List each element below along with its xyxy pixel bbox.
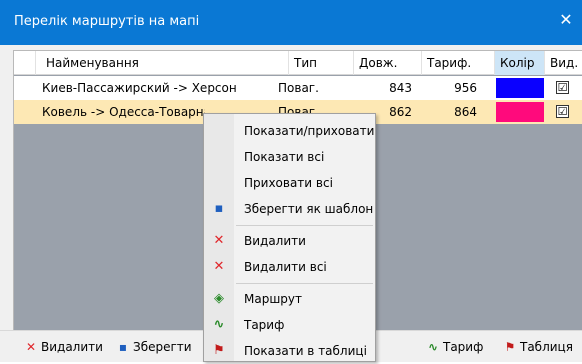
save-button[interactable]: ▪ Зберегти	[116, 337, 192, 357]
table-row[interactable]: Киев-Пассажирский -> Херсон Поваг. 843 9…	[14, 76, 582, 100]
cell-name: Ковель -> Одесса-Товарная	[42, 105, 205, 119]
menu-item-route[interactable]: ◈ Маршрут	[206, 286, 374, 312]
table-button[interactable]: ⚑ Таблиця	[503, 337, 573, 357]
visible-checkbox[interactable]: ☑	[556, 81, 569, 94]
menu-item-delete[interactable]: ✕ Видалити	[206, 228, 374, 254]
menu-item-show-all[interactable]: Показати всі	[206, 144, 374, 170]
color-swatch[interactable]	[496, 78, 544, 98]
header-indicator	[14, 51, 36, 75]
save-icon: ▪	[118, 340, 128, 354]
delete-all-icon: ✕	[213, 259, 225, 274]
tariff-label: Тариф	[443, 340, 484, 354]
header-name[interactable]: Найменування	[36, 51, 289, 75]
menu-separator	[236, 283, 373, 284]
menu-item-tariff[interactable]: ∿ Тариф	[206, 312, 374, 338]
tariff-button[interactable]: ∿ Тариф	[426, 337, 483, 357]
route-icon: ◈	[214, 291, 224, 306]
delete-icon: ✕	[213, 233, 225, 248]
table-label: Таблиця	[520, 340, 573, 354]
menu-separator	[236, 225, 373, 226]
save-label: Зберегти	[133, 340, 192, 354]
header-tariff[interactable]: Тариф.	[422, 51, 495, 75]
tariff-icon: ∿	[213, 317, 225, 332]
color-swatch[interactable]	[496, 102, 544, 122]
cell-tariff: 956	[454, 81, 477, 95]
menu-item-save-template[interactable]: ▪ Зберегти як шаблон	[206, 196, 374, 222]
table-flag-icon: ⚑	[504, 340, 516, 354]
cell-name: Киев-Пассажирский -> Херсон	[42, 81, 237, 95]
menu-item-toggle-visibility[interactable]: Показати/приховати	[206, 118, 374, 144]
title-bar: Перелік маршрутів на мапі ✕	[0, 0, 582, 45]
cell-length: 843	[389, 81, 412, 95]
window-title: Перелік маршрутів на мапі	[14, 14, 200, 29]
header-visible[interactable]: Вид.	[545, 51, 582, 75]
header-type[interactable]: Тип	[289, 51, 354, 75]
menu-item-show-in-table[interactable]: ⚑ Показати в таблиці	[206, 338, 374, 364]
close-icon[interactable]: ✕	[556, 10, 576, 30]
table-flag-icon: ⚑	[213, 343, 225, 358]
delete-button[interactable]: ✕ Видалити	[24, 337, 103, 357]
delete-icon: ✕	[25, 340, 37, 354]
menu-item-delete-all[interactable]: ✕ Видалити всі	[206, 254, 374, 280]
cell-type: Поваг.	[278, 81, 319, 95]
context-menu: Показати/приховати Показати всі Приховат…	[203, 113, 376, 362]
visible-checkbox[interactable]: ☑	[556, 105, 569, 118]
menu-item-hide-all[interactable]: Приховати всі	[206, 170, 374, 196]
save-icon: ▪	[214, 201, 224, 216]
delete-label: Видалити	[41, 340, 103, 354]
tariff-icon: ∿	[427, 340, 439, 354]
header-color[interactable]: Колір	[495, 51, 545, 75]
cell-tariff: 864	[454, 105, 477, 119]
table-header: Найменування Тип Довж. Тариф. Колір Вид.	[14, 51, 582, 75]
header-length[interactable]: Довж.	[354, 51, 422, 75]
